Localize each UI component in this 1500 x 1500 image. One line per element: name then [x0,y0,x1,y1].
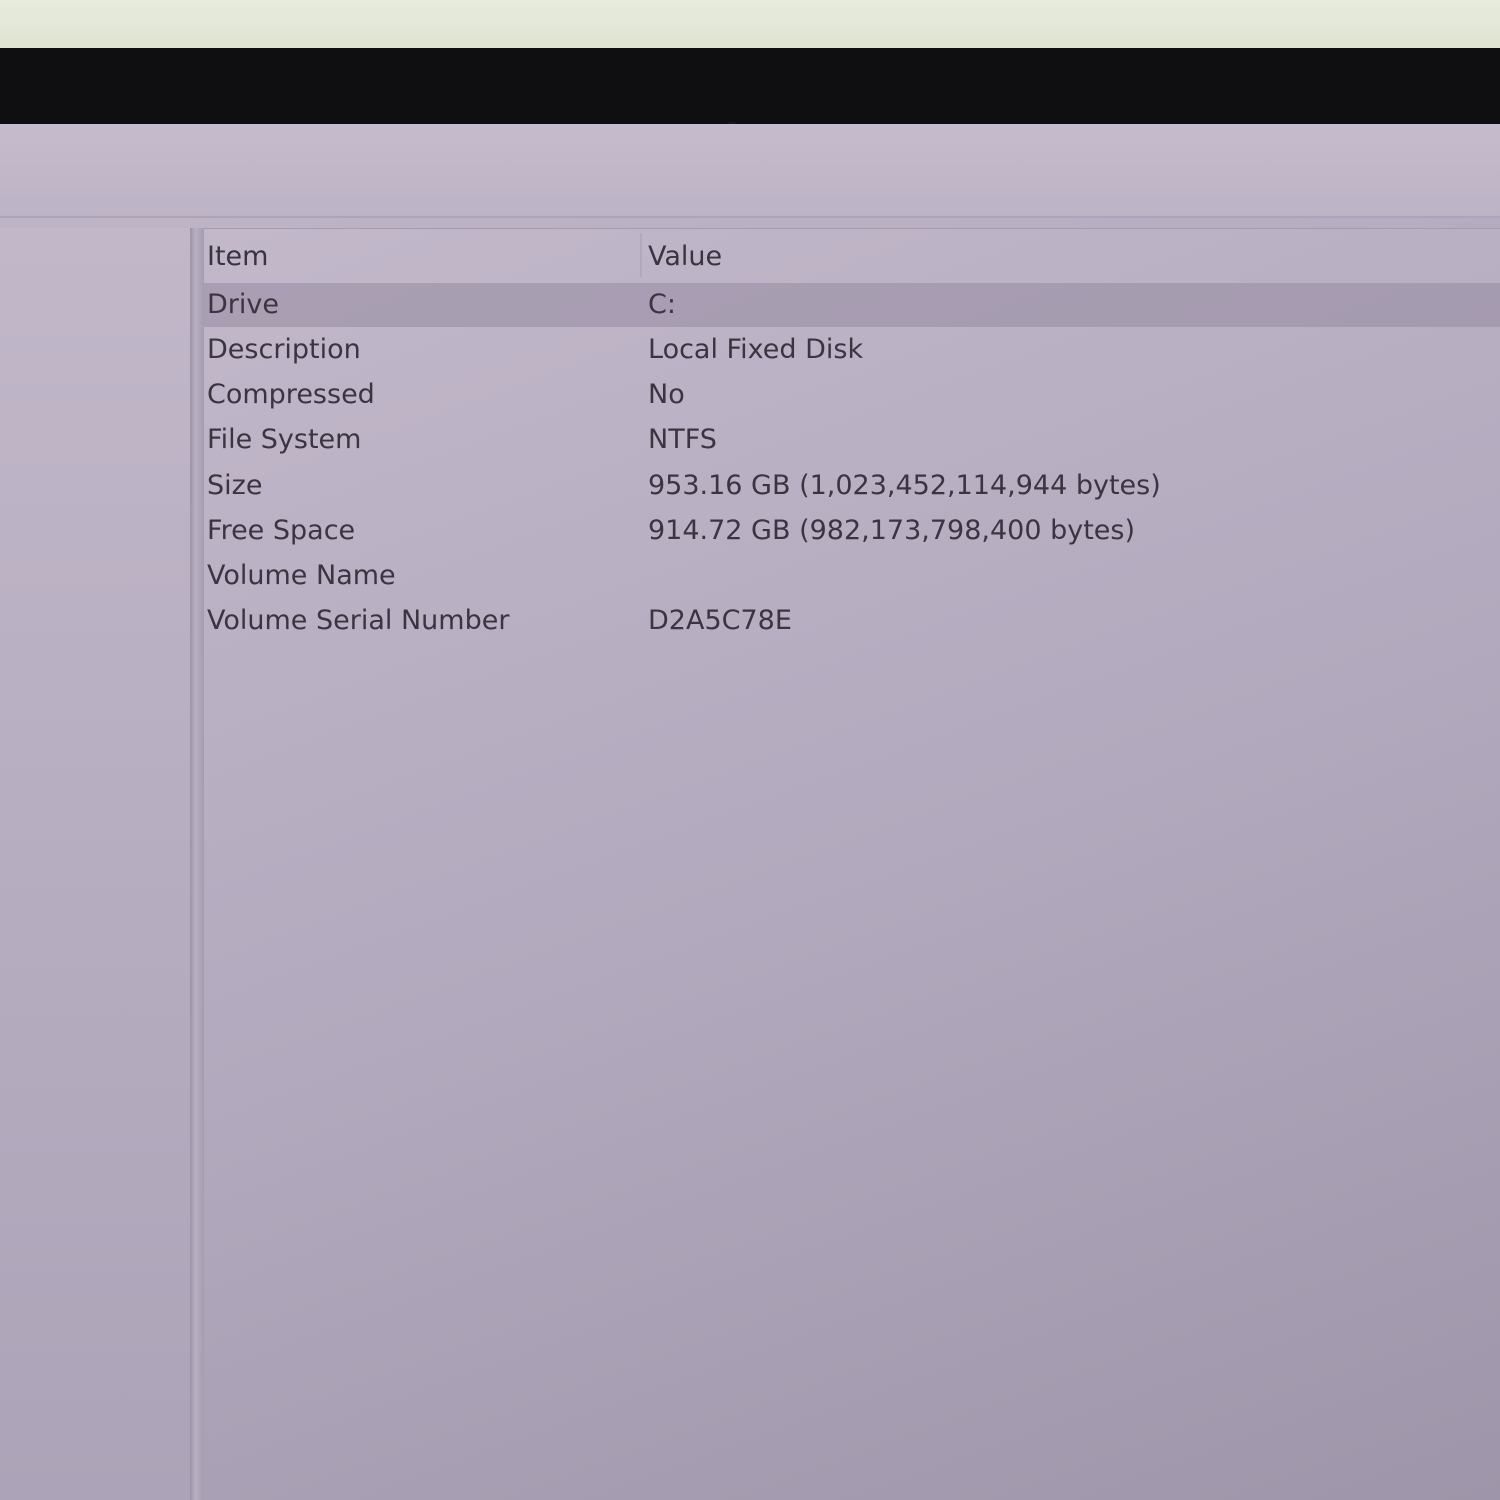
row-item: Drive [207,289,279,320]
pane-splitter[interactable] [190,228,204,1500]
table-row[interactable]: Compressed No [204,373,1500,417]
table-row[interactable]: Description Local Fixed Disk [204,328,1500,372]
table-row[interactable]: Volume Name [204,554,1500,598]
row-item: Free Space [207,515,356,546]
window-toolbar-area [0,124,1500,218]
category-tree-pane[interactable] [0,228,190,1500]
table-row[interactable]: Size 953.16 GB (1,023,452,114,944 bytes) [204,464,1500,508]
row-value: 953.16 GB (1,023,452,114,944 bytes) [648,470,1161,501]
wall-background [0,0,1500,48]
row-value: NTFS [648,424,717,455]
row-value: D2A5C78E [648,605,792,636]
table-row[interactable]: Drive C: [204,283,1500,327]
row-value: Local Fixed Disk [648,334,864,365]
row-value: C: [648,289,676,320]
row-item: Description [207,334,361,365]
table-row[interactable]: Free Space 914.72 GB (982,173,798,400 by… [204,509,1500,553]
system-information-window: Item Value Drive C: Description Local Fi… [0,124,1500,1500]
column-header-value[interactable]: Value [648,241,722,272]
row-value: No [648,379,685,410]
monitor-bezel [0,48,1500,136]
row-item: Volume Serial Number [207,605,510,636]
photo-of-monitor: Item Value Drive C: Description Local Fi… [0,0,1500,1500]
row-item: Volume Name [207,560,396,591]
row-item: Size [207,470,263,501]
row-value: 914.72 GB (982,173,798,400 bytes) [648,515,1136,546]
details-list-view[interactable]: Item Value Drive C: Description Local Fi… [204,228,1500,1500]
list-header: Item Value [204,229,1500,281]
row-item: File System [207,424,362,455]
row-item: Compressed [207,379,375,410]
column-header-item[interactable]: Item [207,241,268,272]
table-row[interactable]: Volume Serial Number D2A5C78E [204,599,1500,643]
table-row[interactable]: File System NTFS [204,418,1500,462]
column-divider[interactable] [640,233,642,277]
